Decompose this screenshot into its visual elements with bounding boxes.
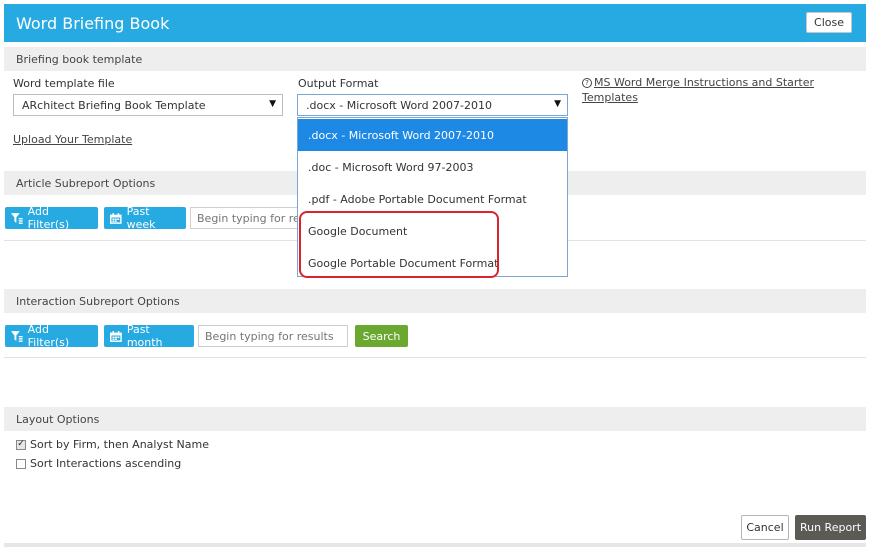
question-circle-icon: ?	[582, 78, 592, 88]
sort-by-firm-checkbox[interactable]	[16, 439, 26, 450]
interaction-date-range-label: Past month	[126, 323, 163, 349]
sort-interactions-label: Sort Interactions ascending	[30, 457, 182, 470]
template-file-label: Word template file	[13, 77, 115, 90]
output-format-select[interactable]: .docx - Microsoft Word 2007-2010 ▼	[297, 94, 568, 116]
interaction-add-filter-button[interactable]: Add Filter(s)	[5, 323, 98, 349]
close-button[interactable]: Close	[806, 12, 852, 33]
output-format-dropdown-list: .docx - Microsoft Word 2007-2010 .doc - …	[297, 117, 568, 277]
interaction-search-input[interactable]	[198, 325, 348, 347]
sort-by-firm-label: Sort by Firm, then Analyst Name	[30, 438, 209, 451]
help-link-container[interactable]: ? MS Word Merge Instructions and Starter …	[582, 75, 822, 105]
article-date-range-label: Past week	[126, 205, 156, 231]
interaction-search-button[interactable]: Search	[355, 325, 408, 347]
template-file-value: ARchitect Briefing Book Template	[22, 98, 206, 112]
output-option-docx[interactable]: .docx - Microsoft Word 2007-2010	[298, 119, 567, 151]
layout-section-header: Layout Options	[4, 407, 866, 431]
article-date-range-button[interactable]: Past week	[104, 205, 186, 231]
interaction-date-range-button[interactable]: Past month	[104, 323, 194, 349]
upload-template-link[interactable]: Upload Your Template	[13, 133, 132, 146]
output-option-doc[interactable]: .doc - Microsoft Word 97-2003	[298, 151, 567, 183]
briefing-section-header: Briefing book template	[4, 47, 866, 71]
filter-icon	[11, 330, 23, 342]
output-format-label: Output Format	[298, 77, 379, 90]
calendar-icon	[110, 212, 122, 224]
sort-interactions-checkbox[interactable]	[16, 458, 26, 469]
calendar-icon	[110, 330, 122, 342]
output-format-value: .docx - Microsoft Word 2007-2010	[306, 98, 493, 112]
interaction-add-filter-label: Add Filter(s)	[27, 323, 70, 349]
filter-icon	[11, 212, 23, 224]
output-option-pdf[interactable]: .pdf - Adobe Portable Document Format	[298, 183, 567, 215]
word-merge-instructions-link[interactable]: MS Word Merge Instructions and Starter T…	[582, 76, 814, 104]
dropdown-arrow-icon: ▼	[554, 99, 561, 109]
interaction-section-header: Interaction Subreport Options	[4, 289, 866, 313]
article-add-filter-label: Add Filter(s)	[27, 205, 70, 231]
cancel-button[interactable]: Cancel	[741, 515, 789, 540]
sort-by-firm-option[interactable]: Sort by Firm, then Analyst Name	[16, 438, 209, 451]
article-add-filter-button[interactable]: Add Filter(s)	[5, 205, 98, 231]
dialog-title: Word Briefing Book	[16, 14, 170, 33]
interaction-divider	[4, 357, 866, 358]
run-report-button[interactable]: Run Report	[795, 515, 866, 540]
sort-interactions-option[interactable]: Sort Interactions ascending	[16, 457, 181, 470]
template-file-select[interactable]: ARchitect Briefing Book Template ▼	[13, 94, 283, 116]
output-option-google-document[interactable]: Google Document	[298, 215, 567, 247]
dropdown-arrow-icon: ▼	[269, 99, 276, 109]
output-option-google-pdf[interactable]: Google Portable Document Format	[298, 247, 567, 279]
dialog-title-bar: Word Briefing Book Close	[4, 4, 866, 42]
dialog-bottom-edge	[4, 543, 866, 547]
